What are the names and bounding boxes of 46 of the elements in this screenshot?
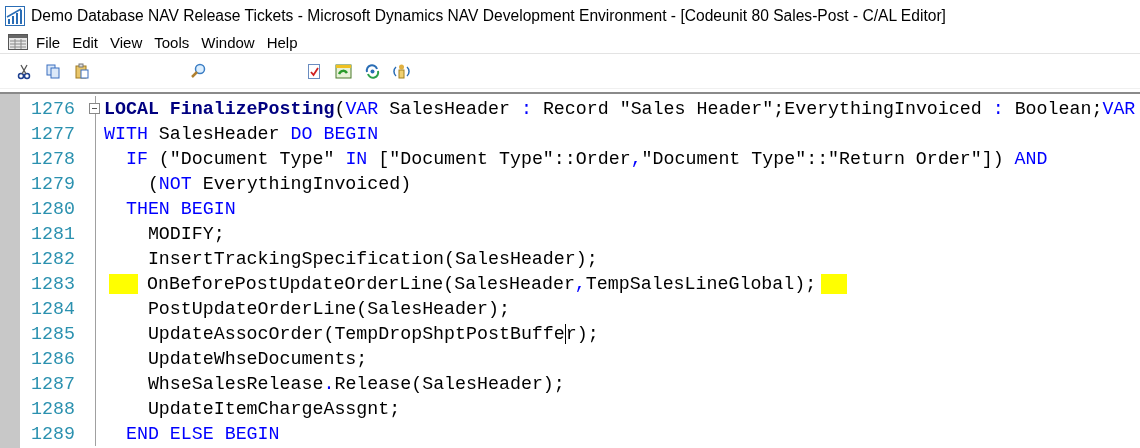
code-line: WITH SalesHeader DO BEGIN [104, 123, 379, 144]
code-line: LOCAL FinalizePosting(VAR SalesHeader : Record "Sales Header";EverythingInvoiced : Boolean;VAR [104, 98, 1136, 119]
code-line: InsertTrackingSpecification(SalesHeader); [146, 248, 598, 269]
menu-item[interactable]: View [104, 33, 149, 51]
code-line: UpdateItemChargeAssgnt; [146, 398, 401, 419]
code-line: MODIFY; [146, 223, 225, 244]
form-icon[interactable] [335, 62, 352, 80]
code-line: END ELSE BEGIN [124, 423, 280, 444]
menu-item[interactable]: Edit [66, 33, 105, 51]
people-icon[interactable] [393, 62, 410, 80]
refresh-icon[interactable] [364, 62, 381, 80]
menu-icon[interactable] [8, 34, 28, 50]
app-icon [5, 5, 25, 26]
line-number: 1276 [30, 98, 75, 119]
code-line: OnBeforePostUpdateOrderLine(SalesHeader,TempSalesLineGlobal); [147, 273, 817, 294]
line-number: 1277 [30, 123, 75, 144]
line-number: 1278 [30, 148, 75, 169]
code-line: THEN BEGIN [124, 198, 236, 219]
line-number: 1288 [30, 398, 75, 419]
search-icon[interactable] [190, 62, 207, 80]
cut-icon[interactable] [16, 62, 33, 80]
line-number: 1283 [30, 273, 75, 294]
window-title: Demo Database NAV Release Tickets - Microsoft Dynamics NAV Development Environment - [Codeunit 80 Sales-Post - C/AL Editor] [31, 6, 946, 25]
menu-item[interactable]: Help [260, 33, 304, 51]
code-line: UpdateAssocOrder(TempDropShptPostBuffe r); [146, 323, 599, 344]
code-line: PostUpdateOrderLine(SalesHeader); [146, 298, 510, 319]
line-number: 1284 [30, 298, 75, 319]
menu-item[interactable]: Window [195, 33, 261, 51]
checked-document-icon[interactable] [306, 62, 323, 80]
code-line: WhseSalesRelease.Release(SalesHeader); [146, 373, 565, 394]
line-number: 1289 [30, 423, 75, 444]
line-number: 1286 [30, 348, 75, 369]
menu-item[interactable]: Tools [148, 33, 196, 51]
code-line: UpdateWhseDocuments; [146, 348, 368, 369]
paste-icon[interactable] [74, 62, 91, 80]
copy-icon[interactable] [45, 62, 62, 80]
line-number: 1287 [30, 373, 75, 394]
line-number: 1282 [30, 248, 75, 269]
line-number: 1279 [30, 173, 75, 194]
code-line: IF ("Document Type" IN ["Document Type"::Order,"Document Type"::"Return Order"]) AND [124, 148, 1048, 169]
line-number: 1281 [30, 223, 75, 244]
line-number: 1285 [30, 323, 75, 344]
menu-item[interactable]: File [30, 33, 67, 51]
code-line: (NOT EverythingInvoiced) [146, 173, 412, 194]
collapse-icon[interactable] [89, 103, 100, 114]
line-number: 1280 [30, 198, 75, 219]
